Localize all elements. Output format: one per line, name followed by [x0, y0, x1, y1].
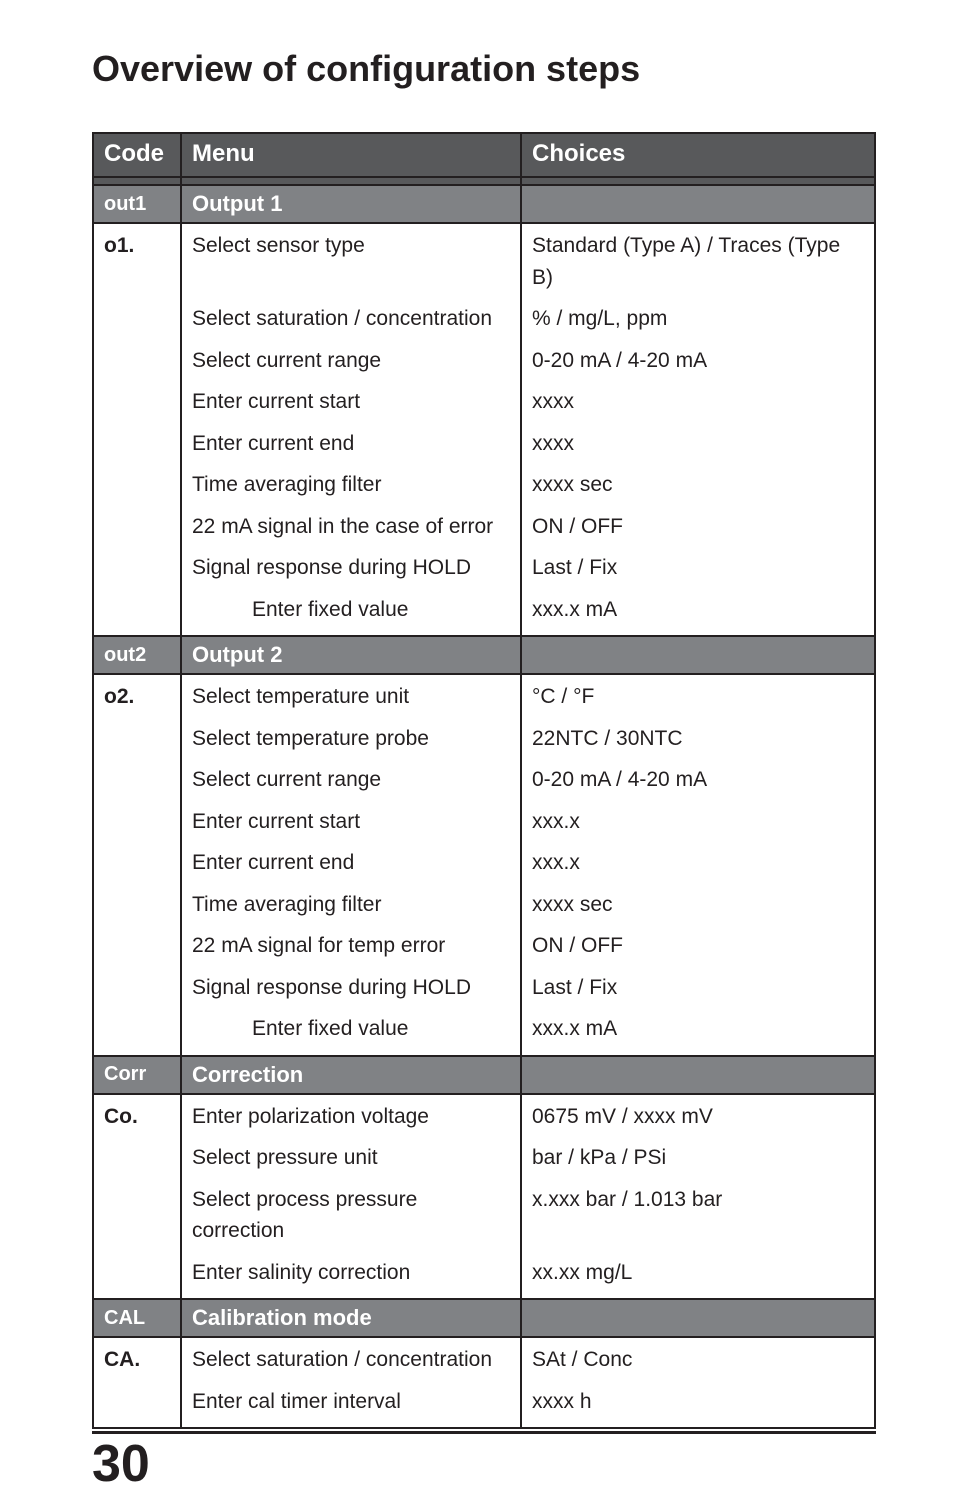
row-menu: Select sensor type [181, 223, 521, 297]
row-menu: 22 mA signal for temp error [181, 924, 521, 966]
row-choice: xxxx sec [521, 463, 875, 505]
row-choice: xxxx h [521, 1380, 875, 1429]
header-menu: Menu [181, 133, 521, 177]
row-choice: xxx.x mA [521, 1007, 875, 1056]
row-menu: Enter current end [181, 422, 521, 464]
row-choice: ON / OFF [521, 924, 875, 966]
section-code: Corr [93, 1056, 181, 1094]
row-choice: xxxx [521, 380, 875, 422]
row-choice: °C / °F [521, 674, 875, 717]
row-menu: Select saturation / concentration [181, 297, 521, 339]
section-blank [521, 185, 875, 223]
section-blank [521, 1299, 875, 1337]
section-title: Calibration mode [181, 1299, 521, 1337]
row-code [93, 297, 181, 339]
row-menu: Select pressure unit [181, 1136, 521, 1178]
page-number: 30 [92, 1431, 876, 1494]
row-choice: % / mg/L, ppm [521, 297, 875, 339]
row-menu: Signal response during HOLD [181, 966, 521, 1008]
config-table: Code Menu Choices out1Output 1o1.Select … [92, 132, 876, 1429]
row-menu: Select process pressure correction [181, 1178, 521, 1251]
row-choice: xxx.x [521, 841, 875, 883]
row-menu: 22 mA signal in the case of error [181, 505, 521, 547]
row-choice: Last / Fix [521, 966, 875, 1008]
row-menu: Time averaging filter [181, 883, 521, 925]
row-choice: xx.xx mg/L [521, 1251, 875, 1300]
section-title: Correction [181, 1056, 521, 1094]
row-code: Co. [93, 1094, 181, 1137]
row-code [93, 1380, 181, 1429]
row-choice: 0675 mV / xxxx mV [521, 1094, 875, 1137]
row-choice: 0-20 mA / 4-20 mA [521, 758, 875, 800]
section-title: Output 2 [181, 636, 521, 674]
row-choice: xxx.x [521, 800, 875, 842]
row-menu: Select current range [181, 339, 521, 381]
row-menu: Enter current start [181, 380, 521, 422]
row-code [93, 1007, 181, 1056]
row-menu: Select temperature unit [181, 674, 521, 717]
header-code: Code [93, 133, 181, 177]
row-menu: Enter fixed value [181, 588, 521, 637]
page-title: Overview of configuration steps [92, 48, 876, 90]
row-menu: Select current range [181, 758, 521, 800]
row-menu: Enter cal timer interval [181, 1380, 521, 1429]
row-code [93, 546, 181, 588]
section-blank [521, 1056, 875, 1094]
row-code [93, 505, 181, 547]
row-choice: xxxx [521, 422, 875, 464]
row-menu: Time averaging filter [181, 463, 521, 505]
row-choice: 22NTC / 30NTC [521, 717, 875, 759]
row-code: o2. [93, 674, 181, 717]
row-choice: x.xxx bar / 1.013 bar [521, 1178, 875, 1251]
header-choices: Choices [521, 133, 875, 177]
row-code [93, 380, 181, 422]
row-menu: Select temperature probe [181, 717, 521, 759]
row-code [93, 1178, 181, 1251]
section-code: CAL [93, 1299, 181, 1337]
row-code [93, 841, 181, 883]
row-code [93, 758, 181, 800]
section-title: Output 1 [181, 185, 521, 223]
row-code [93, 924, 181, 966]
row-code [93, 1136, 181, 1178]
row-code: o1. [93, 223, 181, 297]
row-choice: xxx.x mA [521, 588, 875, 637]
row-code [93, 1251, 181, 1300]
row-menu: Enter fixed value [181, 1007, 521, 1056]
section-blank [521, 636, 875, 674]
row-menu: Enter salinity correction [181, 1251, 521, 1300]
row-code [93, 966, 181, 1008]
row-code: CA. [93, 1337, 181, 1380]
row-code [93, 800, 181, 842]
row-menu: Signal response during HOLD [181, 546, 521, 588]
row-code [93, 463, 181, 505]
row-menu: Select saturation / concentration [181, 1337, 521, 1380]
row-menu: Enter current end [181, 841, 521, 883]
row-menu: Enter polarization voltage [181, 1094, 521, 1137]
row-choice: 0-20 mA / 4-20 mA [521, 339, 875, 381]
row-choice: Standard (Type A) / Traces (Type B) [521, 223, 875, 297]
row-choice: SAt / Conc [521, 1337, 875, 1380]
section-code: out1 [93, 185, 181, 223]
row-code [93, 588, 181, 637]
row-code [93, 717, 181, 759]
row-menu: Enter current start [181, 800, 521, 842]
row-choice: Last / Fix [521, 546, 875, 588]
row-choice: ON / OFF [521, 505, 875, 547]
row-code [93, 422, 181, 464]
row-choice: bar / kPa / PSi [521, 1136, 875, 1178]
row-code [93, 883, 181, 925]
row-choice: xxxx sec [521, 883, 875, 925]
row-code [93, 339, 181, 381]
section-code: out2 [93, 636, 181, 674]
